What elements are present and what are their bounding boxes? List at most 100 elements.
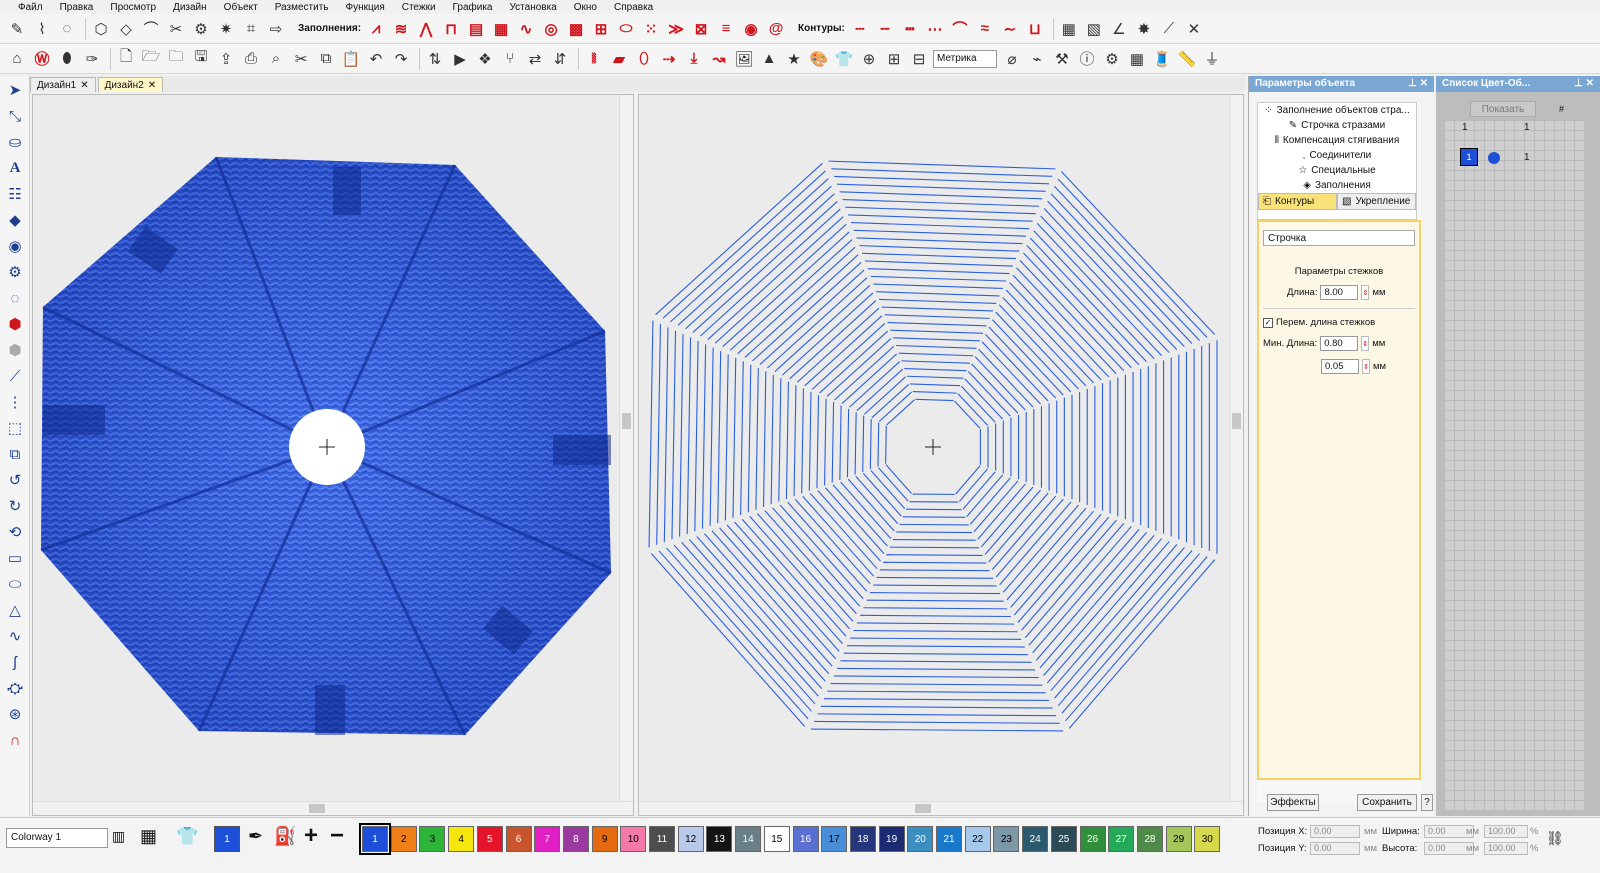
palette-swatch[interactable]: 3 bbox=[419, 826, 446, 852]
needle-tool-icon[interactable]: ✑ bbox=[81, 48, 103, 70]
palette-swatch[interactable]: 14 bbox=[735, 826, 762, 852]
color-block-swatch[interactable]: 1 bbox=[1460, 148, 1478, 166]
lettering-icon[interactable]: A bbox=[2, 156, 28, 180]
extra-input[interactable]: 0.05 bbox=[1321, 359, 1359, 374]
cut-icon[interactable]: ✂ bbox=[290, 48, 312, 70]
dots-fill-icon[interactable]: ⁙ bbox=[640, 18, 662, 40]
sort-icon[interactable]: ⇵ bbox=[549, 48, 571, 70]
auto-digitize-icon[interactable]: ⊛ bbox=[2, 702, 28, 726]
wilcom-logo-icon[interactable]: Ⓦ bbox=[31, 48, 53, 70]
grid-show-icon[interactable]: ⊞ bbox=[883, 48, 905, 70]
hexagon-gray-icon[interactable]: ⬢ bbox=[2, 338, 28, 362]
hatch-tool-icon[interactable]: ▧ bbox=[1083, 18, 1105, 40]
palette-swatch[interactable]: 4 bbox=[448, 826, 475, 852]
palette-icon[interactable]: 🎨 bbox=[808, 48, 830, 70]
arrow-shape-icon[interactable]: ⇨ bbox=[265, 18, 287, 40]
open-recent-icon[interactable]: 🗀 bbox=[165, 48, 187, 70]
help-button[interactable]: ? bbox=[1421, 794, 1433, 811]
tshirt-icon[interactable]: 👕 bbox=[176, 826, 198, 847]
print-preview-icon[interactable]: ⌕ bbox=[265, 48, 287, 70]
satin-contour-icon[interactable]: ≈ bbox=[974, 18, 996, 40]
tab-reinforce[interactable]: ▧ Укрепление bbox=[1337, 193, 1416, 210]
show-jumps-icon[interactable]: ↝ bbox=[708, 48, 730, 70]
gear-outline-icon[interactable]: ⚙ bbox=[2, 260, 28, 284]
tab-design1[interactable]: Дизайн1 ✕ bbox=[30, 77, 96, 92]
program-fill-icon[interactable]: ▤ bbox=[465, 18, 487, 40]
show-connectors-icon[interactable]: ⇢ bbox=[658, 48, 680, 70]
digitize-open-icon[interactable]: ↺ bbox=[2, 468, 28, 492]
digitize-closed-icon[interactable]: ↻ bbox=[2, 494, 28, 518]
reshape-tool-icon[interactable]: ⤡ bbox=[2, 104, 28, 128]
reshape-icon[interactable]: ⬡ bbox=[90, 18, 112, 40]
info-icon[interactable]: ⓘ bbox=[1076, 48, 1098, 70]
design-view-realistic[interactable] bbox=[32, 94, 634, 816]
freehand-icon[interactable]: ʃ bbox=[2, 650, 28, 674]
menu-item[interactable]: Дизайн bbox=[173, 2, 207, 13]
palette-swatch[interactable]: 18 bbox=[849, 826, 876, 852]
manager-icon[interactable]: ⚙ bbox=[1101, 48, 1123, 70]
thread-icon[interactable]: 🧵 bbox=[1151, 48, 1173, 70]
motif-fill-icon[interactable]: ▦ bbox=[490, 18, 512, 40]
min-length-spinner[interactable]: ⇕ bbox=[1361, 336, 1370, 351]
spool-icon[interactable]: ⏚ bbox=[1201, 48, 1223, 70]
menu-item[interactable]: Правка bbox=[60, 2, 94, 13]
scale-height-value[interactable]: 100.00 bbox=[1484, 842, 1528, 855]
pin-close-icon[interactable]: ⊥ ✕ bbox=[1408, 78, 1428, 90]
design-view-outline[interactable] bbox=[638, 94, 1244, 816]
ellipse-icon[interactable]: ⬭ bbox=[2, 572, 28, 596]
pill-fill-icon[interactable]: ⬭ bbox=[615, 18, 637, 40]
star-burst-icon[interactable]: ✸ bbox=[1133, 18, 1155, 40]
copy-icon[interactable]: ⧉ bbox=[315, 48, 337, 70]
color-film-icon[interactable]: ❖ bbox=[474, 48, 496, 70]
close-icon[interactable]: ✕ bbox=[80, 80, 88, 91]
remove-color-icon[interactable]: − bbox=[330, 822, 344, 850]
tab-fills[interactable]: ◈ Заполнения bbox=[1258, 178, 1416, 193]
hoop-show-icon[interactable]: ⊟ bbox=[908, 48, 930, 70]
step-fill-icon[interactable]: ⊓ bbox=[440, 18, 462, 40]
palette-swatch[interactable]: 2 bbox=[390, 826, 417, 852]
palette-swatch[interactable]: 23 bbox=[993, 826, 1020, 852]
round-tool-icon[interactable]: ◌ bbox=[2, 286, 28, 310]
eyedropper-icon[interactable]: ✒ bbox=[248, 826, 263, 847]
add-color-icon[interactable]: + bbox=[304, 822, 318, 850]
hoop-icon[interactable]: ⬮ bbox=[56, 48, 78, 70]
palette-swatch[interactable]: 20 bbox=[907, 826, 934, 852]
fill-bucket-icon[interactable]: ⛀ bbox=[2, 130, 28, 154]
palette-swatch[interactable]: 25 bbox=[1050, 826, 1077, 852]
weave-fill-icon[interactable]: ⊠ bbox=[690, 18, 712, 40]
grid-settings-icon[interactable]: ▦ bbox=[1126, 48, 1148, 70]
redo-icon[interactable]: ↷ bbox=[390, 48, 412, 70]
show-fabric-icon[interactable]: ▰ bbox=[608, 48, 630, 70]
show-outline-icon[interactable]: ⬯ bbox=[633, 48, 655, 70]
palette-swatch[interactable]: 17 bbox=[821, 826, 848, 852]
pen-tool-icon[interactable]: ✎ bbox=[6, 18, 28, 40]
hexagon-red-icon[interactable]: ⬢ bbox=[2, 312, 28, 336]
scale-width-value[interactable]: 100.00 bbox=[1484, 825, 1528, 838]
palette-swatch[interactable]: 22 bbox=[964, 826, 991, 852]
palette-swatch[interactable]: 9 bbox=[591, 826, 618, 852]
star-icon[interactable]: ★ bbox=[783, 48, 805, 70]
monogram-icon[interactable]: ◆ bbox=[2, 208, 28, 232]
vertical-scrollbar[interactable] bbox=[1229, 95, 1243, 815]
select-arrow-icon[interactable]: ➤ bbox=[2, 78, 28, 102]
satin-fill-icon[interactable]: ⩘ bbox=[365, 18, 387, 40]
colorway-select[interactable]: Colorway 1 bbox=[6, 828, 108, 848]
show-button[interactable]: Показать bbox=[1470, 101, 1536, 117]
palette-swatch[interactable]: 15 bbox=[763, 826, 790, 852]
menu-item[interactable]: Разместить bbox=[275, 2, 329, 13]
palette-swatch[interactable]: 29 bbox=[1165, 826, 1192, 852]
stitch-player-icon[interactable]: ▶ bbox=[449, 48, 471, 70]
pos-y-value[interactable]: 0.00 bbox=[1310, 842, 1360, 855]
grid-tool-icon[interactable]: ▦ bbox=[1058, 18, 1080, 40]
tab-design2[interactable]: Дизайн2 ✕ bbox=[97, 77, 164, 92]
tab-pull-compensation[interactable]: ⫴ Компенсация стягивания bbox=[1258, 133, 1416, 148]
travel-icon[interactable]: ⇅ bbox=[424, 48, 446, 70]
show-stitches-icon[interactable]: ⧚ bbox=[583, 48, 605, 70]
show-needle-icon[interactable]: ⤓ bbox=[683, 48, 705, 70]
palette-swatch[interactable]: 11 bbox=[649, 826, 675, 852]
blanket-contour-icon[interactable]: ⊔ bbox=[1024, 18, 1046, 40]
run-contour-icon[interactable]: ┄ bbox=[849, 18, 871, 40]
new-file-icon[interactable]: 🗋 bbox=[115, 48, 137, 70]
knife-icon[interactable]: ⟋ bbox=[2, 364, 28, 388]
curve-icon[interactable]: ⌒ bbox=[140, 18, 162, 40]
